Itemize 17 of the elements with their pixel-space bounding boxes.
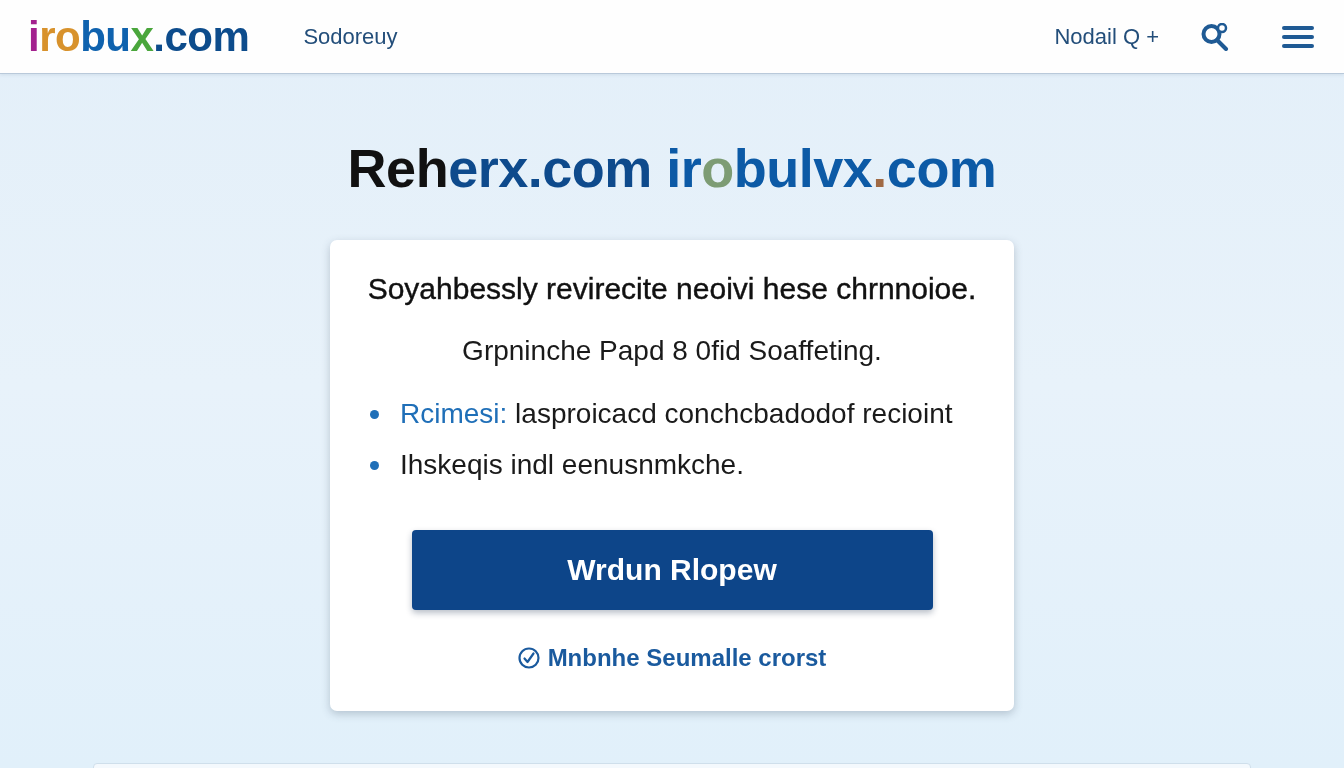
account-link[interactable]: Nodail Q + — [1054, 22, 1159, 51]
card-subtitle: Grpninche Papd 8 0fid Soaffeting. — [462, 334, 882, 368]
bullet-dot-icon — [370, 409, 379, 419]
check-circle-icon — [517, 647, 540, 669]
menu-button[interactable] — [1282, 25, 1314, 48]
site-logo[interactable]: irobux.com — [28, 12, 250, 61]
nav-link[interactable]: Sodoreuy — [303, 22, 398, 51]
menu-icon — [1282, 25, 1314, 48]
card-heading: Soyahbessly revirecite neoivi hese chrnnoioe. — [367, 272, 977, 306]
search-button[interactable] — [1201, 22, 1229, 51]
bullet-text: Ihskeqis indl eenusnmkche. — [400, 448, 744, 482]
bullet-text: Rcimesi: lasproicacd conchcbadodof recioint — [400, 397, 953, 431]
search-icon — [1201, 22, 1229, 51]
bullet-dot-icon — [370, 460, 379, 470]
primary-button[interactable]: Wrdun Rlopew — [411, 530, 933, 610]
card-link[interactable]: Mnbnhe Seumalle crorst — [517, 644, 827, 672]
hero-title: Reherx.com irobulvx.com — [347, 138, 997, 198]
